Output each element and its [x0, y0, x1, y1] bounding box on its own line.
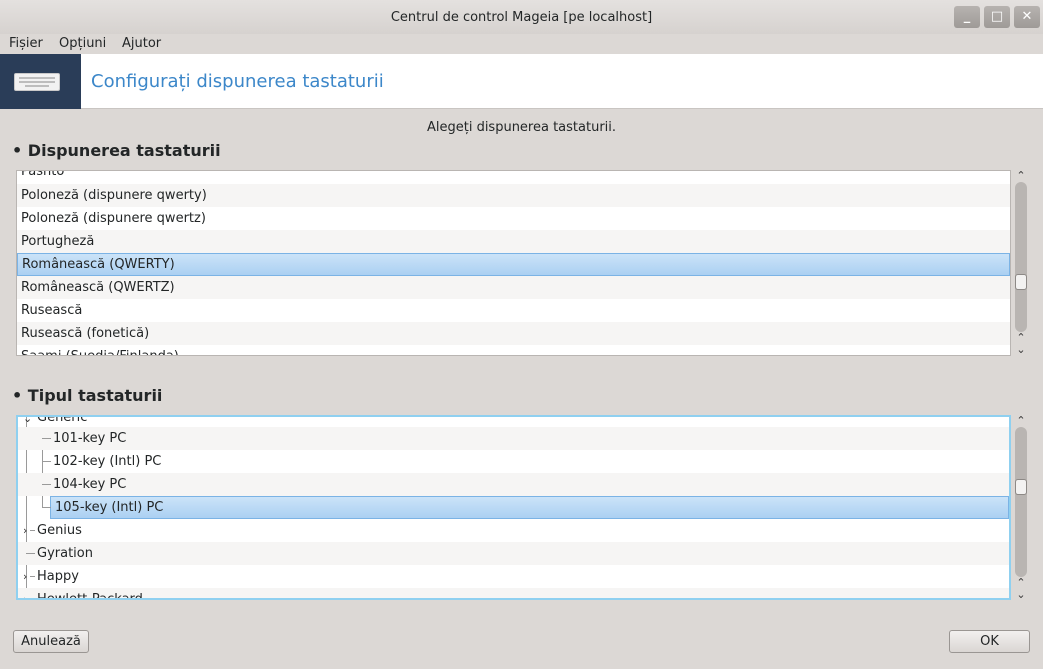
scroll-up-arrow-icon[interactable]: ⌃ — [1013, 170, 1029, 182]
tree-item-selected[interactable]: 105-key (Intl) PC — [50, 496, 1009, 519]
tree-item[interactable]: Hewlett-Packard — [18, 588, 1009, 598]
layout-section-title: • Dispunerea tastaturii — [12, 141, 221, 160]
expand-icon[interactable]: › — [23, 593, 27, 598]
banner-icon-box — [0, 54, 81, 109]
scroll-track[interactable] — [1015, 182, 1027, 332]
cancel-button[interactable]: Anulează — [13, 630, 89, 653]
prompt-text: Alegeți dispunerea tastaturii. — [426, 120, 617, 135]
banner: Configurați dispunerea tastaturii — [0, 54, 1043, 109]
tree-item[interactable]: Genius — [18, 519, 1009, 542]
scroll-thumb[interactable] — [1015, 479, 1027, 495]
scroll-thumb[interactable] — [1015, 274, 1027, 290]
expand-icon[interactable]: › — [23, 524, 27, 537]
collapse-icon[interactable]: ⌄ — [23, 417, 32, 425]
minimize-button[interactable]: _ — [954, 6, 980, 28]
keyboard-icon — [14, 73, 60, 91]
list-item[interactable]: Saami (Suedia/Finlanda) — [17, 345, 1010, 355]
scroll-up-arrow-icon[interactable]: ⌃ — [1013, 415, 1029, 427]
tree-item[interactable]: 104-key PC — [18, 473, 1009, 496]
type-section-title: • Tipul tastaturii — [12, 386, 163, 405]
menu-help[interactable]: Ajutor — [122, 36, 161, 51]
list-item[interactable]: Rusească (fonetică) — [17, 322, 1010, 345]
list-item-selected[interactable]: Românească (QWERTY) — [17, 253, 1010, 276]
close-button[interactable]: ✕ — [1014, 6, 1040, 28]
page-title: Configurați dispunerea tastaturii — [91, 71, 384, 92]
list-item[interactable]: Poloneză (dispunere qwerty) — [17, 184, 1010, 207]
menu-bar: Fișier Opțiuni Ajutor — [0, 34, 1043, 54]
tree-item[interactable]: 101-key PC — [18, 427, 1009, 450]
ok-button[interactable]: OK — [949, 630, 1030, 653]
main-window: Centrul de control Mageia [pe localhost]… — [0, 0, 1043, 669]
expand-icon[interactable]: › — [23, 570, 27, 583]
menu-options[interactable]: Opțiuni — [59, 36, 106, 51]
list-item[interactable]: Rusească — [17, 299, 1010, 322]
tree-item[interactable]: 102-key (Intl) PC — [18, 450, 1009, 473]
layout-scrollbar[interactable]: ⌃ ⌃ ⌄ — [1013, 168, 1029, 358]
scroll-down-arrow-icon[interactable]: ⌄ — [1013, 589, 1029, 601]
title-bar[interactable]: Centrul de control Mageia [pe localhost]… — [0, 0, 1043, 34]
list-item[interactable]: Pashto — [17, 171, 1010, 183]
type-tree[interactable]: Generic ⌄ 101-key PC 102-key (Intl) PC 1… — [16, 415, 1011, 600]
tree-item[interactable]: Happy — [18, 565, 1009, 588]
list-item[interactable]: Românească (QWERTZ) — [17, 276, 1010, 299]
type-scrollbar[interactable]: ⌃ ⌃ ⌄ — [1013, 413, 1029, 603]
scroll-down-arrow-icon[interactable]: ⌄ — [1013, 344, 1029, 356]
tree-item[interactable]: Gyration — [18, 542, 1009, 565]
window-title: Centrul de control Mageia [pe localhost] — [390, 10, 653, 25]
scroll-track[interactable] — [1015, 427, 1027, 577]
menu-file[interactable]: Fișier — [9, 36, 43, 51]
list-item[interactable]: Portugheză — [17, 230, 1010, 253]
list-item[interactable]: Poloneză (dispunere qwertz) — [17, 207, 1010, 230]
maximize-button[interactable]: □ — [984, 6, 1010, 28]
layout-list[interactable]: Pashto Poloneză (dispunere qwerty) Polon… — [16, 170, 1011, 356]
